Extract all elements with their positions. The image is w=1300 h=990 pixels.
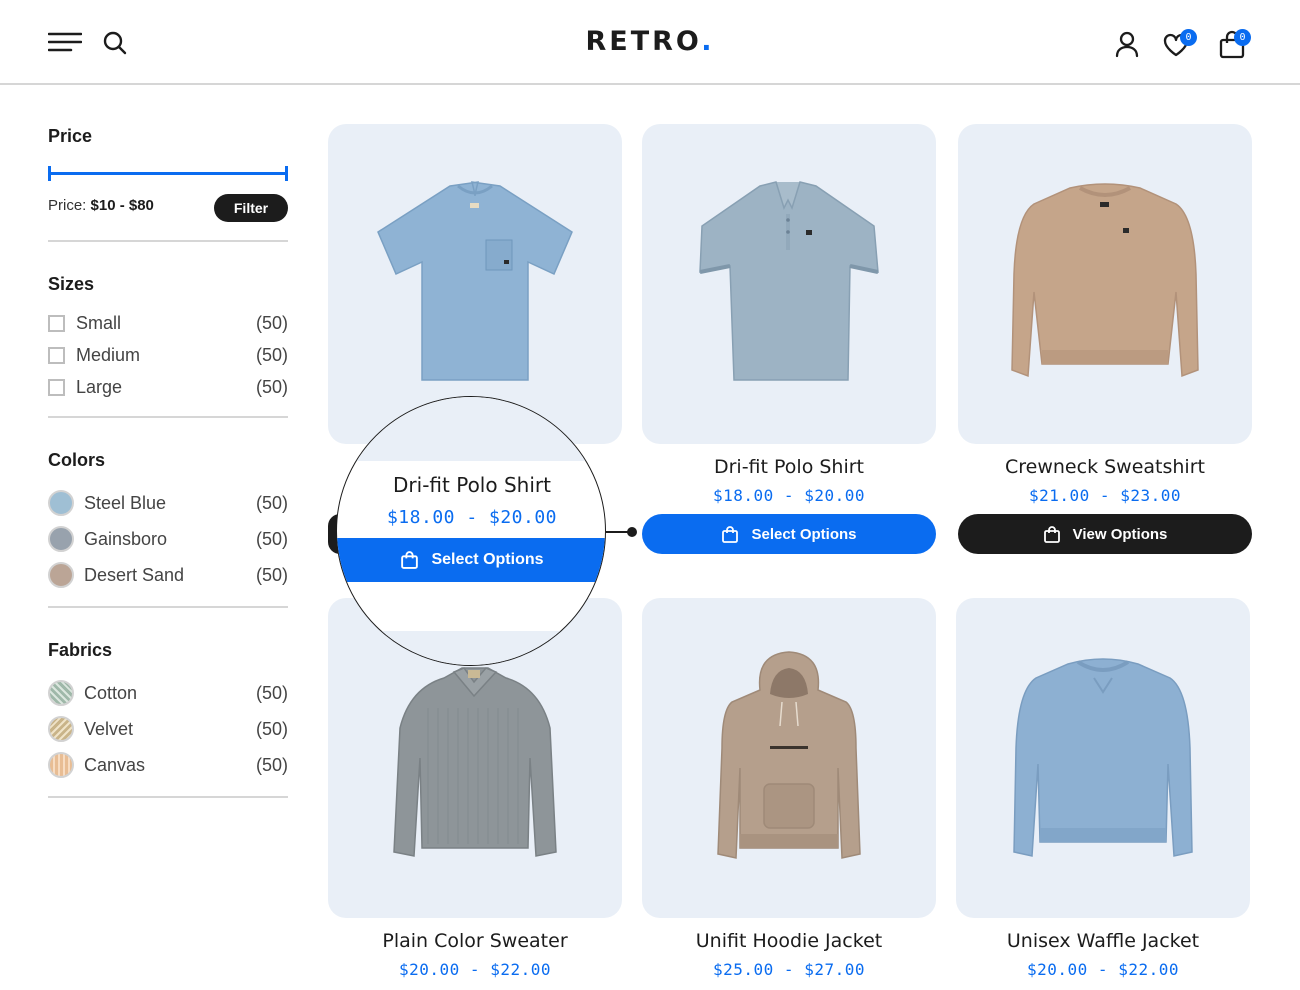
product-name[interactable]: Plain Color Sweater: [328, 930, 622, 952]
color-swatch[interactable]: [48, 562, 74, 588]
price-label-prefix: Price:: [48, 197, 87, 214]
product-name[interactable]: Unisex Waffle Jacket: [956, 930, 1250, 952]
size-option-large[interactable]: Large (50): [48, 374, 288, 400]
view-options-button[interactable]: View Options: [958, 514, 1252, 554]
product-image-hoodie[interactable]: [642, 598, 936, 918]
magnifier-callout: Dri-fit Polo Shirt $18.00 - $20.00 Selec…: [336, 396, 606, 666]
color-label: Steel Blue: [84, 492, 167, 513]
logo-text: RETRO: [585, 26, 702, 57]
fabric-count: (50): [255, 682, 288, 703]
color-label: Gainsboro: [84, 528, 168, 549]
color-swatch[interactable]: [48, 490, 74, 516]
checkbox[interactable]: [48, 378, 65, 396]
color-count: (50): [255, 492, 288, 513]
fabrics-filter-title: Fabrics: [48, 640, 113, 660]
product-price: $21.00 - $23.00: [1029, 486, 1181, 505]
site-header: RETRO. 0 0: [0, 0, 1300, 85]
filter-button[interactable]: Filter: [214, 194, 288, 222]
fabric-count: (50): [255, 754, 288, 775]
product-image-waffle-sweater[interactable]: [956, 598, 1250, 918]
bag-icon: [721, 525, 739, 544]
product-image-polo-shirt[interactable]: [642, 124, 936, 444]
size-option-medium[interactable]: Medium (50): [48, 342, 288, 368]
fabric-option-canvas[interactable]: Canvas (50): [48, 752, 288, 778]
product-price: $18.00 - $20.00: [713, 486, 865, 505]
size-label: Medium: [76, 344, 141, 365]
user-icon[interactable]: [1114, 30, 1140, 58]
site-logo[interactable]: RETRO.: [0, 26, 1300, 57]
size-label: Large: [76, 376, 123, 397]
button-label: View Options: [1072, 525, 1168, 543]
fabric-label: Velvet: [84, 718, 134, 739]
bag-icon: [1043, 525, 1061, 544]
product-image-crewneck-sweatshirt[interactable]: [958, 124, 1252, 444]
magnified-product-name[interactable]: Dri-fit Polo Shirt: [337, 473, 605, 497]
checkbox[interactable]: [48, 314, 65, 332]
checkbox[interactable]: [48, 346, 65, 364]
button-label: Select Options: [751, 525, 857, 543]
price-range-label: Price: $10 - $80: [48, 197, 154, 214]
size-count: (50): [255, 376, 288, 397]
product-price: $25.00 - $27.00: [713, 960, 865, 979]
color-option-steel-blue[interactable]: Steel Blue (50): [48, 490, 288, 516]
size-count: (50): [255, 312, 288, 333]
fabric-label: Cotton: [84, 682, 138, 703]
callout-connector-dot: [627, 527, 637, 537]
select-options-button[interactable]: Select Options: [642, 514, 936, 554]
lens-image-area: [337, 631, 605, 665]
cart-count-badge: 0: [1234, 29, 1251, 46]
color-swatch[interactable]: [48, 526, 74, 552]
divider: [48, 606, 288, 608]
size-label: Small: [76, 312, 122, 333]
divider: [48, 416, 288, 418]
color-count: (50): [255, 564, 288, 585]
magnified-product-price: $18.00 - $20.00: [386, 507, 558, 528]
divider: [48, 796, 288, 798]
price-range-slider[interactable]: [48, 166, 288, 181]
fabric-swatch[interactable]: [48, 716, 74, 742]
colors-filter-title: Colors: [48, 450, 106, 470]
color-count: (50): [255, 528, 288, 549]
price-filter-title: Price: [48, 126, 93, 146]
product-price: $20.00 - $22.00: [1027, 960, 1179, 979]
bag-icon: [400, 550, 419, 570]
fabric-option-cotton[interactable]: Cotton (50): [48, 680, 288, 706]
fabric-swatch[interactable]: [48, 680, 74, 706]
color-option-desert-sand[interactable]: Desert Sand (50): [48, 562, 288, 588]
fabric-label: Canvas: [84, 754, 146, 775]
logo-dot: .: [701, 26, 715, 57]
fabric-count: (50): [255, 718, 288, 739]
product-price: $20.00 - $22.00: [399, 960, 551, 979]
product-name[interactable]: Crewneck Sweatshirt: [958, 456, 1252, 478]
magnified-select-options-button[interactable]: Select Options: [337, 538, 605, 582]
wishlist-count-badge: 0: [1180, 29, 1197, 46]
color-option-gainsboro[interactable]: Gainsboro (50): [48, 526, 288, 552]
button-label: Select Options: [431, 551, 544, 568]
sizes-filter-title: Sizes: [48, 274, 95, 294]
product-name[interactable]: Dri-fit Polo Shirt: [642, 456, 936, 478]
divider: [48, 240, 288, 242]
color-label: Desert Sand: [84, 564, 185, 585]
size-option-small[interactable]: Small (50): [48, 310, 288, 336]
fabric-swatch[interactable]: [48, 752, 74, 778]
product-name[interactable]: Unifit Hoodie Jacket: [642, 930, 936, 952]
fabric-option-velvet[interactable]: Velvet (50): [48, 716, 288, 742]
size-count: (50): [255, 344, 288, 365]
price-range-value: $10 - $80: [90, 197, 154, 214]
lens-image-area: [337, 397, 605, 461]
